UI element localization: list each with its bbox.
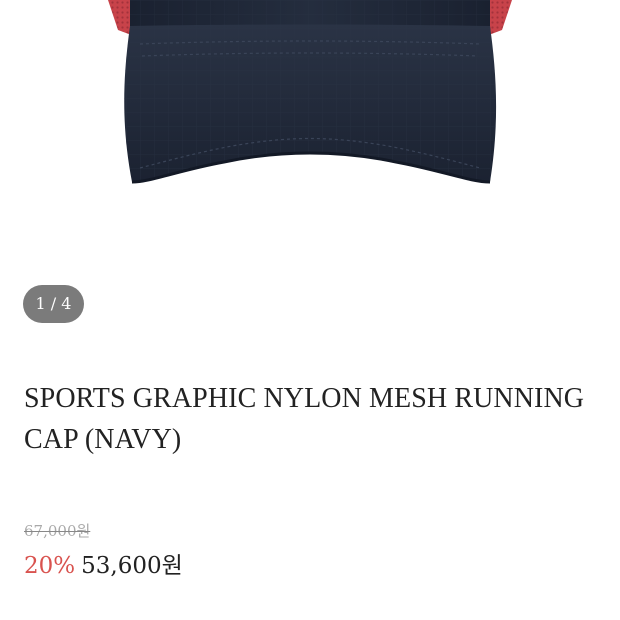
product-image[interactable] — [0, 0, 620, 250]
sale-price: 53,600원 — [81, 553, 183, 579]
product-page: 1 / 4 SPORTS GRAPHIC NYLON MESH RUNNING … — [0, 0, 620, 620]
original-price: 67,000원 — [24, 522, 91, 540]
discount-rate: 20% — [24, 553, 76, 579]
price-row: 20% 53,600원 — [24, 548, 183, 584]
product-title: SPORTS GRAPHIC NYLON MESH RUNNING CAP (N… — [24, 383, 585, 455]
cap-image — [108, 0, 512, 184]
image-counter-badge: 1 / 4 — [23, 285, 84, 323]
